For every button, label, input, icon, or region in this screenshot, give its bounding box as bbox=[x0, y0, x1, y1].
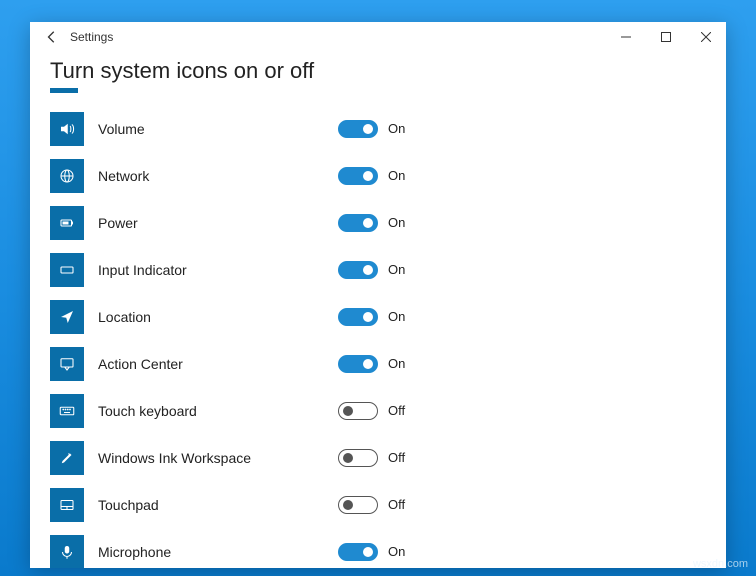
toggle-state-label: Off bbox=[388, 497, 405, 512]
microphone-icon bbox=[50, 535, 84, 569]
power-icon bbox=[50, 206, 84, 240]
toggle-row-input-indicator: Input Indicator On bbox=[50, 246, 706, 293]
toggle-row-touch-keyboard: Touch keyboard Off bbox=[50, 387, 706, 434]
item-label: Touchpad bbox=[98, 497, 338, 513]
item-label: Power bbox=[98, 215, 338, 231]
toggle-control: On bbox=[338, 167, 405, 185]
item-label: Windows Ink Workspace bbox=[98, 450, 338, 466]
toggle-volume[interactable] bbox=[338, 120, 378, 138]
item-label: Location bbox=[98, 309, 338, 325]
window-title: Settings bbox=[70, 30, 113, 44]
toggle-state-label: Off bbox=[388, 450, 405, 465]
toggle-state-label: On bbox=[388, 356, 405, 371]
toggle-control: Off bbox=[338, 402, 405, 420]
volume-icon bbox=[50, 112, 84, 146]
toggle-control: On bbox=[338, 355, 405, 373]
system-icons-list: ClockOnVolumeOnNetworkOnPowerOnInput Ind… bbox=[50, 105, 706, 568]
touchpad-icon bbox=[50, 488, 84, 522]
toggle-network[interactable] bbox=[338, 167, 378, 185]
toggle-row-touchpad: Touchpad Off bbox=[50, 481, 706, 528]
toggle-touchpad[interactable] bbox=[338, 496, 378, 514]
toggle-control: Off bbox=[338, 496, 405, 514]
toggle-row-location: Location On bbox=[50, 293, 706, 340]
settings-window: Settings Turn system icons on or off Clo… bbox=[30, 22, 726, 568]
toggle-touch-keyboard[interactable] bbox=[338, 402, 378, 420]
toggle-control: On bbox=[338, 261, 405, 279]
toggle-row-microphone: Microphone On bbox=[50, 528, 706, 568]
toggle-control: On bbox=[338, 308, 405, 326]
close-button[interactable] bbox=[686, 22, 726, 52]
pen-icon bbox=[50, 441, 84, 475]
location-icon bbox=[50, 300, 84, 334]
page-title: Turn system icons on or off bbox=[50, 58, 706, 84]
toggle-state-label: On bbox=[388, 168, 405, 183]
item-label: Touch keyboard bbox=[98, 403, 338, 419]
window-buttons bbox=[606, 22, 726, 52]
toggle-state-label: On bbox=[388, 121, 405, 136]
toggle-windows-ink[interactable] bbox=[338, 449, 378, 467]
watermark-text: wsxdn.com bbox=[693, 558, 748, 570]
toggle-state-label: On bbox=[388, 215, 405, 230]
toggle-control: On bbox=[338, 214, 405, 232]
item-label: Volume bbox=[98, 121, 338, 137]
maximize-button[interactable] bbox=[646, 22, 686, 52]
toggle-state-label: On bbox=[388, 544, 405, 559]
toggle-row-power: Power On bbox=[50, 199, 706, 246]
toggle-control: On bbox=[338, 120, 405, 138]
titlebar: Settings bbox=[30, 22, 726, 52]
toggle-input-indicator[interactable] bbox=[338, 261, 378, 279]
toggle-row-windows-ink: Windows Ink Workspace Off bbox=[50, 434, 706, 481]
action-center-icon bbox=[50, 347, 84, 381]
toggle-row-network: Network On bbox=[50, 152, 706, 199]
toggle-location[interactable] bbox=[338, 308, 378, 326]
item-label: Network bbox=[98, 168, 338, 184]
minimize-button[interactable] bbox=[606, 22, 646, 52]
keyboard-icon bbox=[50, 394, 84, 428]
toggle-state-label: Off bbox=[388, 403, 405, 418]
toggle-power[interactable] bbox=[338, 214, 378, 232]
toggle-row-volume: Volume On bbox=[50, 105, 706, 152]
item-label: Microphone bbox=[98, 544, 338, 560]
network-icon bbox=[50, 159, 84, 193]
item-label: Input Indicator bbox=[98, 262, 338, 278]
toggle-control: On bbox=[338, 543, 405, 561]
toggle-state-label: On bbox=[388, 309, 405, 324]
keyboard-small-icon bbox=[50, 253, 84, 287]
content-area: Turn system icons on or off ClockOnVolum… bbox=[30, 52, 726, 568]
toggle-state-label: On bbox=[388, 262, 405, 277]
accent-bar bbox=[50, 88, 78, 93]
toggle-row-action-center: Action Center On bbox=[50, 340, 706, 387]
item-label: Action Center bbox=[98, 356, 338, 372]
toggle-action-center[interactable] bbox=[338, 355, 378, 373]
back-button[interactable] bbox=[38, 23, 66, 51]
toggle-microphone[interactable] bbox=[338, 543, 378, 561]
toggle-control: Off bbox=[338, 449, 405, 467]
